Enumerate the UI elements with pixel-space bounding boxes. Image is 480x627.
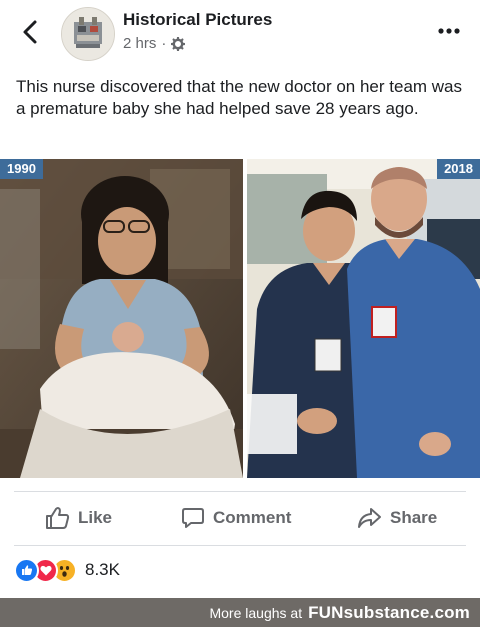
thumbs-up-icon	[46, 507, 70, 529]
post-meta: 2 hrs ·	[123, 35, 186, 52]
public-settings-icon	[171, 36, 186, 51]
share-arrow-icon	[358, 508, 381, 528]
post-actions: Like Comment Share	[0, 497, 480, 539]
reactions-summary[interactable]: 8.3K	[14, 557, 120, 583]
actions-bottom-divider	[14, 545, 466, 546]
like-label: Like	[78, 508, 113, 527]
year-badge-2018: 2018	[437, 159, 480, 179]
year-badge-1990: 1990	[0, 159, 43, 179]
photo-1990[interactable]: 1990	[0, 159, 243, 478]
page-avatar[interactable]	[61, 7, 115, 61]
post-header: Historical Pictures 2 hrs ·	[0, 0, 480, 66]
more-options-icon[interactable]	[436, 18, 462, 44]
page-name[interactable]: Historical Pictures	[123, 10, 272, 30]
share-button[interactable]: Share	[357, 497, 437, 539]
watermark-banner: More laughs at FUNsubstance.com	[0, 598, 480, 627]
comment-bubble-icon	[182, 508, 204, 528]
comment-button[interactable]: Comment	[181, 497, 291, 539]
comment-label: Comment	[213, 508, 292, 527]
post-time[interactable]: 2 hrs	[123, 35, 156, 52]
back-chevron-icon[interactable]	[18, 18, 44, 46]
nurse-and-doctor-image	[247, 159, 480, 478]
avatar-logo-icon	[62, 8, 114, 60]
reaction-count: 8.3K	[85, 560, 120, 579]
share-label: Share	[390, 508, 438, 527]
funsubstance-logo: FUNsubstance.com	[308, 602, 470, 622]
like-reaction-icon	[14, 557, 39, 583]
post-caption: This nurse discovered that the new docto…	[16, 77, 463, 118]
like-button[interactable]: Like	[44, 497, 112, 539]
actions-top-divider	[14, 491, 466, 492]
nurse-with-baby-image	[0, 159, 243, 478]
banner-text: More laughs at	[209, 604, 303, 621]
photo-2018[interactable]: 2018	[247, 159, 480, 478]
meta-separator: ·	[161, 35, 167, 52]
